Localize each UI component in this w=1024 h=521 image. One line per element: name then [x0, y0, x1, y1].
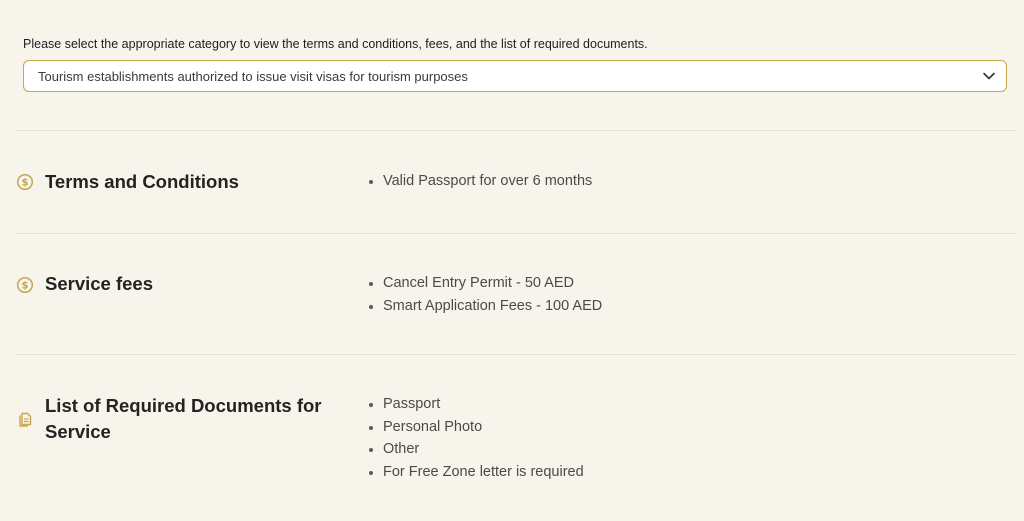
list-item: For Free Zone letter is required	[366, 461, 584, 484]
divider	[16, 130, 1016, 131]
category-prompt: Please select the appropriate category t…	[23, 37, 648, 51]
category-select[interactable]: Tourism establishments authorized to iss…	[23, 60, 1007, 92]
dollar-circle-icon: $	[16, 173, 34, 191]
terms-title: Terms and Conditions	[45, 171, 239, 192]
list-item: Smart Application Fees - 100 AED	[366, 295, 602, 318]
divider	[16, 354, 1016, 355]
dollar-circle-icon: $	[16, 276, 34, 294]
documents-list: Passport Personal Photo Other For Free Z…	[366, 393, 584, 483]
list-item: Other	[366, 438, 584, 461]
list-item: Personal Photo	[366, 416, 584, 439]
svg-text:$: $	[22, 178, 29, 189]
document-icon	[19, 412, 32, 427]
category-select-value: Tourism establishments authorized to iss…	[38, 69, 468, 84]
list-item: Valid Passport for over 6 months	[366, 170, 592, 193]
list-item: Cancel Entry Permit - 50 AED	[366, 272, 602, 295]
fees-title: Service fees	[45, 273, 154, 294]
svg-text:$: $	[22, 281, 29, 292]
documents-title: List of Required Documents for Service	[45, 395, 322, 442]
fees-list: Cancel Entry Permit - 50 AED Smart Appli…	[366, 272, 602, 317]
divider	[16, 233, 1016, 234]
terms-list: Valid Passport for over 6 months	[366, 170, 592, 193]
list-item: Passport	[366, 393, 584, 416]
chevron-down-icon	[983, 72, 995, 80]
